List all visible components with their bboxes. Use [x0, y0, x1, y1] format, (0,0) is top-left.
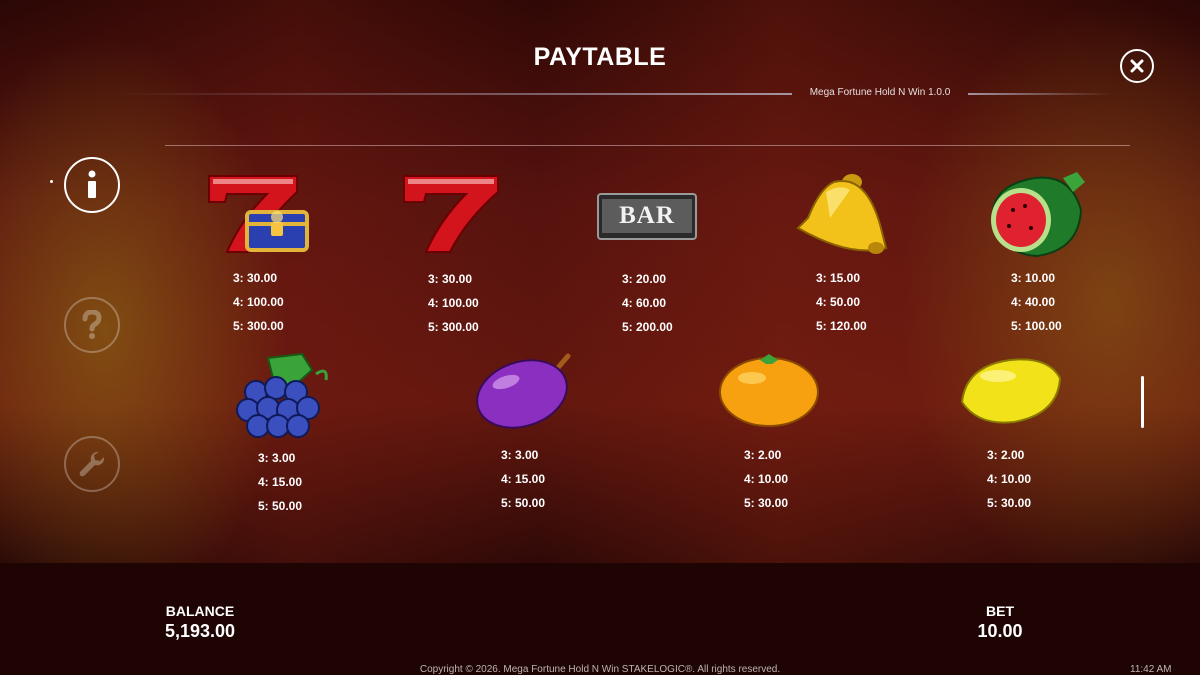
pay-3: 3: 2.00	[987, 448, 1025, 462]
pay-5: 5: 120.00	[816, 319, 867, 333]
info-button[interactable]	[64, 157, 120, 213]
pays-lemon: 3: 2.00 4: 10.00 5: 30.00	[987, 443, 1031, 515]
plum-icon	[476, 353, 571, 429]
balance-label: BALANCE	[165, 603, 235, 619]
scrollbar[interactable]	[1141, 376, 1144, 428]
pay-5: 5: 100.00	[1011, 319, 1062, 333]
pay-3: 3: 2.00	[744, 448, 782, 462]
pay-4: 4: 50.00	[816, 295, 861, 309]
settings-button[interactable]	[64, 436, 120, 492]
pays-bell: 3: 15.00 4: 50.00 5: 120.00	[816, 266, 867, 338]
pay-4: 4: 10.00	[987, 472, 1032, 486]
pay-3: 3: 20.00	[622, 272, 667, 286]
bell-icon	[796, 174, 888, 254]
grapes-icon	[236, 352, 328, 438]
orange-icon	[719, 354, 819, 427]
pays-seven: 3: 30.00 4: 100.00 5: 300.00	[428, 267, 479, 339]
close-button[interactable]	[1120, 49, 1154, 83]
version-line-right	[968, 93, 1113, 95]
version-line-left	[110, 93, 792, 95]
indicator-dot	[50, 180, 53, 183]
pay-3: 3: 3.00	[501, 448, 539, 462]
bar-label: BAR	[619, 202, 675, 229]
pay-4: 4: 15.00	[501, 472, 546, 486]
seven-chest-icon	[208, 175, 309, 253]
symbol-plum	[472, 352, 577, 432]
pays-orange: 3: 2.00 4: 10.00 5: 30.00	[744, 443, 788, 515]
pay-4: 4: 100.00	[233, 295, 284, 309]
paytable-title: PAYTABLE	[533, 43, 667, 71]
pay-5: 5: 200.00	[622, 320, 673, 334]
symbol-seven	[400, 170, 505, 260]
pays-grapes: 3: 3.00 4: 15.00 5: 50.00	[258, 446, 302, 518]
version-label: Mega Fortune Hold N Win 1.0.0	[809, 87, 951, 98]
balance-value: 5,193.00	[164, 621, 236, 641]
bet-label: BET	[986, 603, 1014, 619]
pays-plum: 3: 3.00 4: 15.00 5: 50.00	[501, 443, 545, 515]
lemon-icon	[960, 358, 1062, 424]
pays-watermelon: 3: 10.00 4: 40.00 5: 100.00	[1011, 266, 1062, 338]
info-icon	[88, 170, 96, 198]
pay-4: 4: 60.00	[622, 296, 667, 310]
question-icon	[82, 310, 102, 339]
symbol-watermelon	[985, 170, 1090, 260]
pay-5: 5: 300.00	[233, 319, 284, 333]
seven-icon	[403, 175, 499, 253]
pay-5: 5: 50.00	[258, 499, 303, 513]
symbol-bar: BAR	[597, 193, 697, 240]
copyright-text: Copyright © 2026. Mega Fortune Hold N Wi…	[419, 664, 781, 675]
help-button[interactable]	[64, 297, 120, 353]
symbol-lemon	[958, 352, 1064, 428]
pay-4: 4: 40.00	[1011, 295, 1056, 309]
pay-3: 3: 30.00	[233, 271, 278, 285]
pays-bar: 3: 20.00 4: 60.00 5: 200.00	[622, 267, 673, 339]
separator	[165, 145, 1130, 146]
close-icon	[1130, 59, 1144, 73]
pay-5: 5: 50.00	[501, 496, 546, 510]
pay-3: 3: 3.00	[258, 451, 296, 465]
pay-5: 5: 30.00	[987, 496, 1032, 510]
symbol-grapes	[230, 352, 335, 442]
pays-seven-chest: 3: 30.00 4: 100.00 5: 300.00	[233, 266, 284, 338]
pay-4: 4: 100.00	[428, 296, 479, 310]
pay-3: 3: 10.00	[1011, 271, 1056, 285]
pay-4: 4: 10.00	[744, 472, 789, 486]
pay-4: 4: 15.00	[258, 475, 303, 489]
symbol-orange	[716, 352, 822, 428]
wrench-icon	[79, 451, 105, 477]
bet-value: 10.00	[977, 621, 1023, 641]
pay-3: 3: 30.00	[428, 272, 473, 286]
clock: 11:42 AM	[1130, 664, 1172, 675]
footer-bar: BALANCE 5,193.00 BET 10.00	[0, 563, 1200, 675]
pay-5: 5: 300.00	[428, 320, 479, 334]
watermelon-icon	[991, 172, 1085, 258]
symbol-bell	[790, 170, 895, 260]
symbol-seven-chest	[205, 170, 315, 260]
pay-3: 3: 15.00	[816, 271, 861, 285]
pay-5: 5: 30.00	[744, 496, 789, 510]
